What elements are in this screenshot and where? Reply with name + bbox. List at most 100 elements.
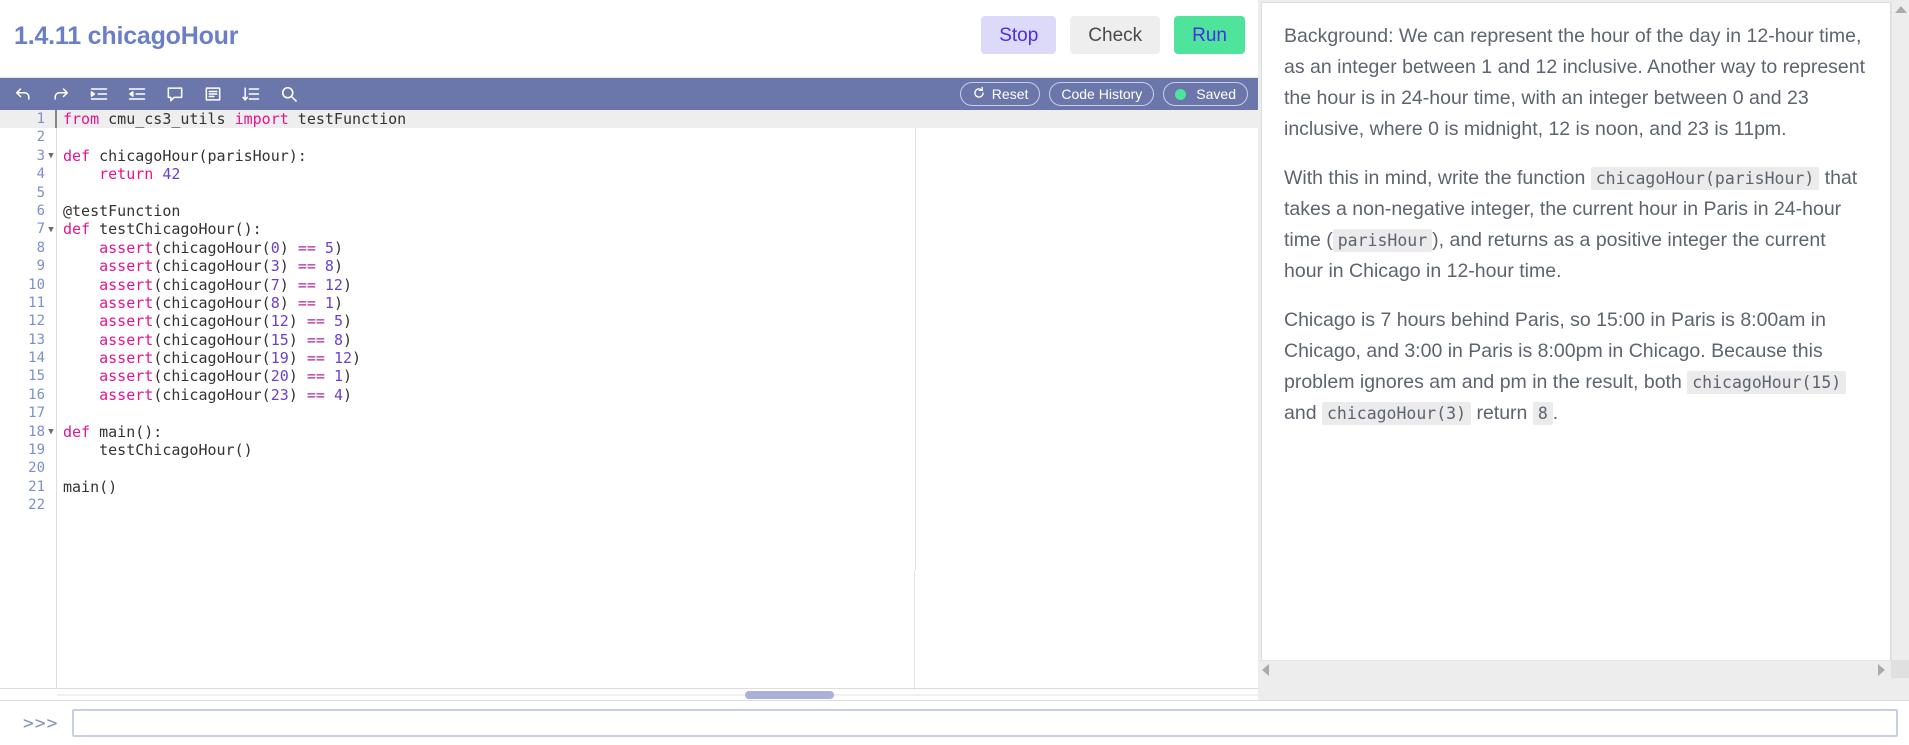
code-line[interactable]: 16 assert(chicagoHour(23) == 4) <box>0 386 1258 404</box>
inline-code: chicagoHour(3) <box>1321 402 1472 425</box>
code-line[interactable]: 10 assert(chicagoHour(7) == 12) <box>0 276 1258 294</box>
undo-icon[interactable] <box>10 81 36 107</box>
reset-button[interactable]: Reset <box>959 82 1041 106</box>
code-text: assert(chicagoHour(23) == 4) <box>99 385 352 404</box>
code-editor[interactable]: 1 from cmu_cs3_utils import testFunction 2… <box>0 110 1258 570</box>
line-number: 19 <box>28 442 45 459</box>
check-button[interactable]: Check <box>1070 16 1161 54</box>
code-text: def main(): <box>63 422 163 441</box>
line-number: 3 <box>36 147 45 164</box>
line-number: 14 <box>28 350 45 367</box>
scroll-right-arrow-icon[interactable] <box>1878 664 1885 676</box>
console-row: >>> <box>0 700 1909 745</box>
line-number: 16 <box>28 386 45 403</box>
scrollbar-corner <box>1891 660 1909 678</box>
code-text: assert(chicagoHour(0) == 5) <box>99 238 343 257</box>
comment-icon[interactable] <box>162 81 188 107</box>
code-line[interactable]: 3 ▼ def chicagoHour(parisHour): <box>0 147 1258 165</box>
fold-arrow-icon[interactable]: ▼ <box>45 221 57 239</box>
instructions-panel-filler <box>1258 678 1909 700</box>
inline-code: 8 <box>1532 402 1553 425</box>
dedent-icon[interactable] <box>124 81 150 107</box>
line-number: 7 <box>36 221 45 238</box>
saved-status-badge[interactable]: Saved <box>1163 82 1248 106</box>
indent-icon[interactable] <box>86 81 112 107</box>
line-number: 13 <box>28 331 45 348</box>
refresh-icon <box>972 86 986 103</box>
line-number: 8 <box>36 239 45 256</box>
run-button[interactable]: Run <box>1174 16 1245 54</box>
code-text: assert(chicagoHour(19) == 12) <box>99 349 362 368</box>
code-line[interactable]: 21 main() <box>0 478 1258 496</box>
code-line[interactable]: 12 assert(chicagoHour(12) == 5) <box>0 312 1258 330</box>
code-line[interactable]: 5 <box>0 184 1258 202</box>
line-number: 11 <box>28 294 45 311</box>
code-horizontal-scrollbar[interactable] <box>57 690 1258 700</box>
code-text: assert(chicagoHour(7) == 12) <box>99 275 352 294</box>
scroll-up-arrow-icon[interactable] <box>1895 6 1907 18</box>
code-line[interactable]: 17 <box>0 404 1258 422</box>
saved-label: Saved <box>1196 86 1236 102</box>
code-line[interactable]: 7 ▼ def testChicagoHour(): <box>0 220 1258 238</box>
editor-toolbar: Reset Code History Saved <box>0 78 1258 110</box>
code-line[interactable]: 9 assert(chicagoHour(3) == 8) <box>0 257 1258 275</box>
code-line[interactable]: 8 assert(chicagoHour(0) == 5) <box>0 239 1258 257</box>
code-scrollbar-track <box>57 694 1258 696</box>
app-root: 1.4.11 chicagoHour Stop Check Run Reset … <box>0 0 1909 745</box>
code-lines[interactable]: 1 from cmu_cs3_utils import testFunction 2… <box>0 110 1258 515</box>
code-text: from cmu_cs3_utils import testFunction <box>55 110 406 129</box>
line-number: 4 <box>36 166 45 183</box>
fold-arrow-icon[interactable]: ▼ <box>45 147 57 165</box>
page-header: 1.4.11 chicagoHour Stop Check Run <box>0 2 1258 78</box>
code-line[interactable]: 13 assert(chicagoHour(15) == 8) <box>0 331 1258 349</box>
code-scrollbar-thumb[interactable] <box>745 691 834 699</box>
code-line[interactable]: 18 ▼ def main(): <box>0 423 1258 441</box>
code-line[interactable]: 4 return 42 <box>0 165 1258 183</box>
code-line[interactable]: 1 from cmu_cs3_utils import testFunction <box>0 110 1258 129</box>
line-number: 12 <box>28 313 45 330</box>
redo-icon[interactable] <box>48 81 74 107</box>
code-text: assert(chicagoHour(15) == 8) <box>99 330 352 349</box>
format-lines-icon[interactable] <box>200 81 226 107</box>
code-line[interactable]: 19 testChicagoHour() <box>0 441 1258 459</box>
code-line[interactable]: 2 <box>0 128 1258 146</box>
console-input[interactable] <box>72 709 1898 737</box>
code-line[interactable]: 6 @testFunction <box>0 202 1258 220</box>
code-text: @testFunction <box>63 201 181 220</box>
search-icon[interactable] <box>276 81 302 107</box>
saved-status-dot-icon <box>1175 88 1187 100</box>
code-line[interactable]: 11 assert(chicagoHour(8) == 1) <box>0 294 1258 312</box>
editor-column: 1.4.11 chicagoHour Stop Check Run Reset … <box>0 0 1258 745</box>
code-history-button[interactable]: Code History <box>1049 82 1155 106</box>
code-line[interactable]: 22 <box>0 496 1258 514</box>
code-text: testChicagoHour() <box>63 441 253 460</box>
sort-lines-icon[interactable] <box>238 81 264 107</box>
editor-vertical-divider <box>914 570 915 690</box>
reset-label: Reset <box>991 86 1029 102</box>
line-number: 1 <box>36 111 45 127</box>
instructions-column: Background: We can represent the hour of… <box>1258 0 1909 700</box>
code-text: assert(chicagoHour(3) == 8) <box>99 257 343 276</box>
header-action-buttons: Stop Check Run <box>981 16 1245 54</box>
instruction-paragraph: Background: We can represent the hour of… <box>1284 25 1866 140</box>
instructions-horizontal-scrollbar[interactable] <box>1258 660 1909 678</box>
code-line[interactable]: 20 <box>0 459 1258 477</box>
code-text: assert(chicagoHour(20) == 1) <box>99 367 352 386</box>
line-number: 5 <box>36 184 45 201</box>
fold-arrow-icon[interactable]: ▼ <box>45 423 57 441</box>
code-line[interactable]: 14 assert(chicagoHour(19) == 12) <box>0 349 1258 367</box>
stop-button[interactable]: Stop <box>981 16 1057 54</box>
scroll-left-arrow-icon[interactable] <box>1262 664 1269 676</box>
code-history-label: Code History <box>1061 86 1143 102</box>
editor-toolbar-right: Reset Code History Saved <box>959 82 1248 106</box>
editor-bottom-border <box>0 688 1258 689</box>
inline-code: chicagoHour(parisHour) <box>1590 167 1820 190</box>
code-text: return 42 <box>99 165 181 184</box>
instructions-vertical-scrollbar[interactable] <box>1891 0 1909 700</box>
line-number: 6 <box>36 202 45 219</box>
line-number: 21 <box>28 478 45 495</box>
code-line[interactable]: 15 assert(chicagoHour(20) == 1) <box>0 367 1258 385</box>
